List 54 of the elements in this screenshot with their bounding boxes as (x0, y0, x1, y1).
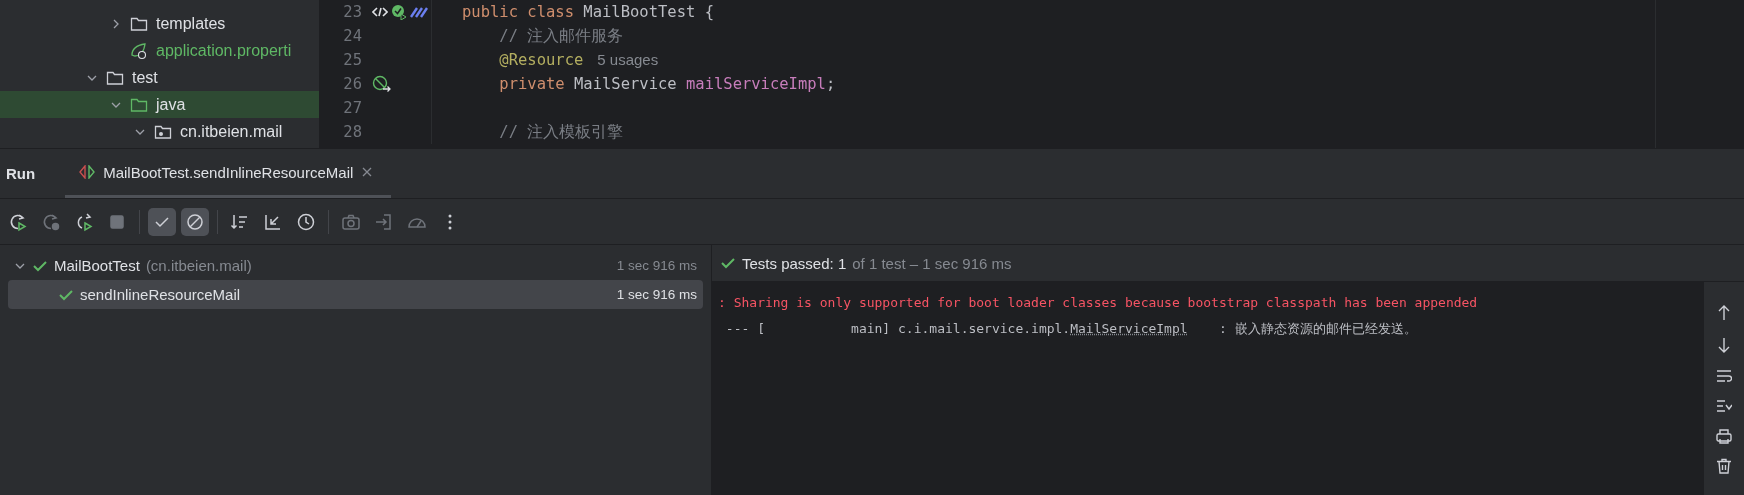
spring-leaf-icon (130, 41, 148, 60)
close-icon[interactable] (361, 166, 374, 178)
tree-item[interactable]: application.properti (156, 41, 292, 60)
tree-item[interactable]: cn.itbeien.mail (180, 122, 283, 141)
arrow-down-icon[interactable] (1716, 336, 1732, 354)
folder-icon (130, 96, 148, 113)
more-icon (448, 213, 452, 230)
test-name: sendInlineResourceMail (80, 286, 241, 303)
rerun-icon (8, 211, 28, 232)
arrow-up-icon[interactable] (1716, 304, 1732, 322)
test-summary-detail: of 1 test – 1 sec 916 ms (852, 254, 1012, 272)
code-line: @Resource 5 usages (498, 51, 659, 69)
code-line: public class MailBootTest { (462, 3, 714, 21)
bean-icon[interactable] (372, 75, 392, 93)
clock-icon (296, 211, 316, 232)
line-number: 28 (342, 123, 362, 141)
wrap-icon[interactable] (1716, 368, 1732, 384)
line-number: 27 (342, 99, 362, 117)
rerun-failed-icon (41, 211, 61, 232)
ban-icon (185, 211, 205, 232)
duration: 1 sec 916 ms (616, 287, 697, 302)
console-line: --- [ main] c.i.mail.service.impl.MailServiceImpl : 嵌入静态资源的邮件已经发送。 (724, 320, 1418, 338)
tree-item[interactable]: java (156, 95, 186, 114)
line-number: 24 (342, 27, 362, 45)
line-number: 23 (342, 3, 362, 21)
line-number: 25 (342, 51, 362, 69)
plugin-icon[interactable] (410, 5, 428, 19)
code-line: private MailService mailServiceImpl; (498, 75, 836, 93)
print-icon[interactable] (1716, 428, 1732, 444)
folder-icon (106, 69, 124, 86)
code-icon (372, 5, 388, 19)
run-tab[interactable]: MailBootTest.sendInlineResourceMail (65, 149, 392, 198)
panel-title: Run (6, 165, 36, 182)
import-icon (374, 211, 394, 232)
toolbar-button[interactable] (181, 207, 209, 236)
test-result-icon (79, 165, 96, 179)
code-line: // 注入模板引擎 (498, 121, 624, 143)
package-name: (cn.itbeien.mail) (145, 257, 252, 274)
test-summary: Tests passed: 1 (742, 254, 847, 272)
scroll-end-icon[interactable] (1716, 398, 1732, 414)
test-suite-row[interactable]: MailBootTest (cn.itbeien.mail) 1 sec 916 ms (8, 251, 703, 280)
package-folder-icon (154, 123, 172, 140)
test-name: MailBootTest (54, 257, 140, 274)
line-number: 26 (342, 75, 362, 93)
console-line: : Sharing is only supported for boot loader classes because bootstrap classpath has been appended (718, 294, 1479, 312)
folder-icon (130, 15, 148, 32)
toolbar-button[interactable] (148, 207, 176, 236)
code-line: // 注入邮件服务 (498, 25, 624, 47)
trash-icon[interactable] (1716, 458, 1732, 474)
duration: 1 sec 916 ms (616, 258, 697, 273)
run-test-icon[interactable] (391, 4, 407, 20)
tree-item[interactable]: test (132, 68, 158, 87)
tree-item[interactable]: templates (156, 14, 226, 33)
test-row[interactable]: sendInlineResourceMail 1 sec 916 ms (8, 280, 703, 309)
